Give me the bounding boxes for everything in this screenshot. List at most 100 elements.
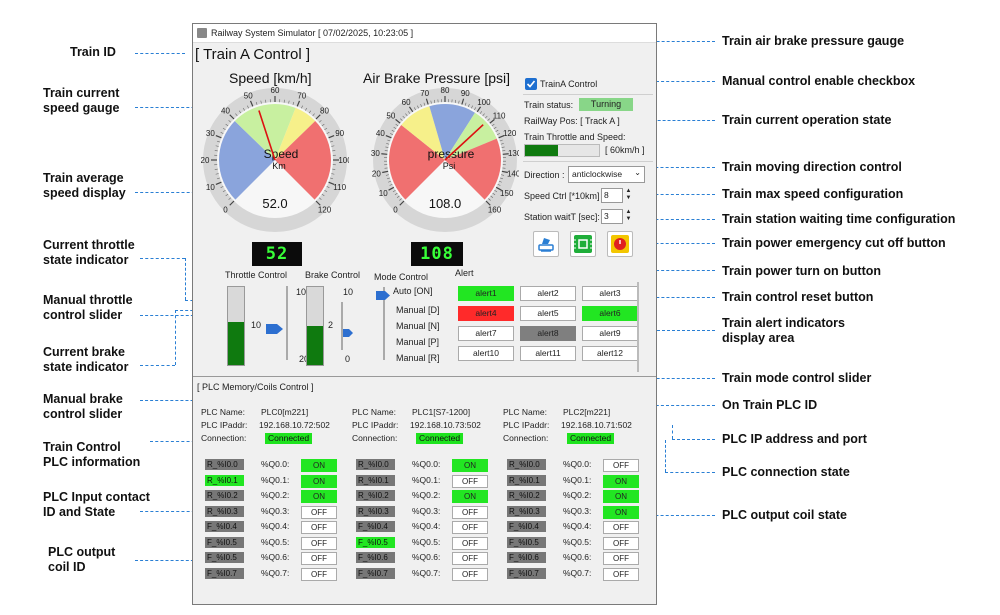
alert-indicator: alert7 bbox=[458, 326, 514, 341]
annotation-brake-slider: Manual brake control slider bbox=[43, 392, 123, 421]
plc-input-contact[interactable]: F_%I0.7 bbox=[356, 567, 395, 579]
down-arrow-icon[interactable]: ▼ bbox=[624, 216, 633, 223]
plc-input-contact[interactable]: F_%I0.5 bbox=[507, 536, 546, 548]
station-wait-label: Station waitT [sec]: bbox=[524, 212, 600, 222]
plc-input-contact[interactable]: F_%I0.7 bbox=[507, 567, 546, 579]
leader-line bbox=[175, 310, 176, 365]
plc-coil-state[interactable]: ON bbox=[301, 474, 337, 488]
gauge-major-tick bbox=[381, 153, 388, 155]
divider bbox=[523, 94, 653, 95]
plc-input-contact[interactable]: R_%I0.1 bbox=[356, 474, 395, 486]
plc-coil-state[interactable]: ON bbox=[452, 490, 488, 503]
alert-indicator: alert10 bbox=[458, 346, 514, 361]
plc-coil-state[interactable]: ON bbox=[603, 505, 639, 519]
plc-input-contact[interactable]: R_%I0.2 bbox=[205, 490, 244, 501]
plc-coil-state[interactable]: ON bbox=[603, 490, 639, 503]
plc-input-contact[interactable]: R_%I0.2 bbox=[356, 490, 395, 501]
annotation-alert-area: Train alert indicators display area bbox=[722, 316, 845, 345]
plc-coil-state[interactable]: ON bbox=[301, 490, 337, 503]
plc-input-contact[interactable]: F_%I0.7 bbox=[205, 567, 244, 579]
gauge-tick-label: 150 bbox=[500, 189, 514, 198]
plc-input-contact[interactable]: R_%I0.1 bbox=[205, 474, 244, 486]
gauge-tick-label: 80 bbox=[320, 107, 329, 116]
plc-coil-state[interactable]: OFF bbox=[452, 521, 488, 534]
plc-coil-state[interactable]: ON bbox=[452, 459, 488, 472]
chevron-down-icon: ⌄ bbox=[634, 168, 641, 177]
manual-control-checkbox[interactable] bbox=[525, 78, 537, 90]
brake-slider-thumb[interactable] bbox=[343, 329, 353, 337]
plc-connection-status: Connected bbox=[416, 433, 464, 444]
plc-input-contact[interactable]: R_%I0.0 bbox=[507, 459, 546, 470]
mode-option-manual-d[interactable]: Manual [D] bbox=[396, 305, 440, 315]
mode-option-manual-n[interactable]: Manual [N] bbox=[396, 321, 440, 331]
mode-option-manual-r[interactable]: Manual [R] bbox=[396, 353, 440, 363]
speed-ctrl-input[interactable]: 8 bbox=[601, 188, 623, 203]
mode-option-manual-p[interactable]: Manual [P] bbox=[396, 337, 439, 347]
plc-input-contact[interactable]: F_%I0.4 bbox=[356, 521, 395, 532]
plc-coil-id: %Q0.6: bbox=[261, 552, 290, 562]
plc-input-contact[interactable]: F_%I0.4 bbox=[507, 521, 546, 532]
plc-input-contact[interactable]: R_%I0.3 bbox=[507, 505, 546, 517]
plc-coil-state[interactable]: OFF bbox=[603, 552, 639, 565]
plc-coil-state[interactable]: OFF bbox=[452, 505, 488, 519]
annotation-avg-speed: Train average speed display bbox=[43, 171, 126, 200]
plc-coil-state[interactable]: ON bbox=[603, 474, 639, 488]
station-wait-input[interactable]: 3 bbox=[601, 209, 623, 224]
plc-input-contact[interactable]: R_%I0.3 bbox=[205, 505, 244, 517]
plc-name: PLC1[S7-1200] bbox=[412, 407, 471, 417]
plc-input-contact[interactable]: F_%I0.6 bbox=[507, 552, 546, 563]
reset-button[interactable] bbox=[533, 231, 559, 257]
plc-coil-state[interactable]: OFF bbox=[603, 536, 639, 550]
plc-coil-id: %Q0.3: bbox=[412, 505, 441, 516]
plc-input-contact[interactable]: R_%I0.3 bbox=[356, 505, 395, 517]
leader-line bbox=[140, 365, 175, 366]
throttle-control-label: Throttle Control bbox=[225, 270, 288, 280]
leader-line bbox=[185, 258, 186, 300]
leader-line bbox=[665, 472, 715, 473]
plc-ip: 192.168.10.71:502 bbox=[561, 420, 632, 430]
plc-coil-state[interactable]: OFF bbox=[301, 521, 337, 534]
mode-option-auto[interactable]: Auto [ON] bbox=[393, 286, 433, 296]
direction-select[interactable]: anticlockwise ⌄ bbox=[568, 166, 645, 183]
plc-coil-state[interactable]: OFF bbox=[301, 552, 337, 565]
down-arrow-icon[interactable]: ▼ bbox=[624, 195, 633, 202]
plc-input-contact[interactable]: R_%I0.0 bbox=[356, 459, 395, 470]
plc-input-contact[interactable]: F_%I0.5 bbox=[205, 536, 244, 548]
speed-ctrl-stepper[interactable]: ▲ ▼ bbox=[624, 188, 633, 203]
plc-input-contact[interactable]: F_%I0.5 bbox=[356, 536, 395, 548]
throttle-fill bbox=[228, 322, 244, 365]
plc-input-contact[interactable]: F_%I0.5 bbox=[205, 552, 244, 563]
plc-coil-state[interactable]: OFF bbox=[452, 552, 488, 565]
plc-input-contact[interactable]: F_%I0.6 bbox=[356, 552, 395, 563]
plc-coil-state[interactable]: OFF bbox=[301, 536, 337, 550]
plc-input-contact[interactable]: R_%I0.0 bbox=[205, 459, 244, 470]
station-wait-stepper[interactable]: ▲ ▼ bbox=[624, 209, 633, 224]
up-arrow-icon[interactable]: ▲ bbox=[624, 209, 633, 216]
brake-slider-track[interactable] bbox=[341, 302, 343, 350]
throttle-slider-track[interactable] bbox=[286, 286, 288, 360]
plc-coil-state[interactable]: OFF bbox=[452, 474, 488, 488]
plc-input-contact[interactable]: R_%I0.1 bbox=[507, 474, 546, 486]
plc-coil-state[interactable]: OFF bbox=[603, 521, 639, 534]
plc-input-contact[interactable]: F_%I0.4 bbox=[205, 521, 244, 532]
plc-coil-state[interactable]: OFF bbox=[301, 505, 337, 519]
annotation-train-id: Train ID bbox=[70, 45, 116, 59]
plc-coil-state[interactable]: OFF bbox=[603, 459, 639, 472]
pressure-gauge: 0 10 20 30 4050 60 70 80 90 100110 120 130 140 150 160… bbox=[371, 86, 519, 232]
gauge-tick-label: 0 bbox=[223, 205, 228, 214]
plc-coil-state[interactable]: OFF bbox=[603, 567, 639, 581]
plc-coil-state[interactable]: ON bbox=[301, 459, 337, 472]
gauge-tick-label: 120 bbox=[318, 205, 332, 214]
mode-slider-thumb[interactable] bbox=[376, 291, 390, 300]
up-arrow-icon[interactable]: ▲ bbox=[624, 188, 633, 195]
plc-coil-state[interactable]: OFF bbox=[452, 567, 488, 581]
emergency-stop-button[interactable] bbox=[607, 231, 633, 257]
power-on-button[interactable] bbox=[570, 231, 596, 257]
plc-input-contact[interactable]: R_%I0.2 bbox=[507, 490, 546, 501]
pressure-gauge-title: Air Brake Pressure [psi] bbox=[363, 70, 511, 86]
alert-scrollbar[interactable] bbox=[637, 282, 639, 372]
annotation-plc-ip: PLC IP address and port bbox=[722, 432, 867, 446]
throttle-slider-thumb[interactable] bbox=[266, 324, 284, 334]
plc-coil-state[interactable]: OFF bbox=[301, 567, 337, 581]
plc-coil-state[interactable]: OFF bbox=[452, 536, 488, 550]
